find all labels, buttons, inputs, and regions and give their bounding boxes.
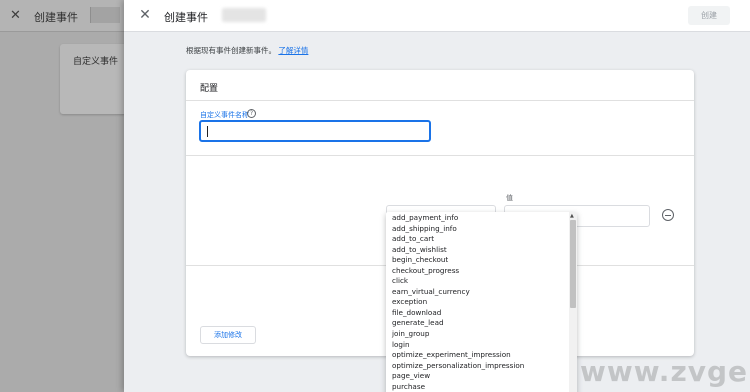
- autocomplete-option[interactable]: file_download: [386, 308, 568, 319]
- autocomplete-option[interactable]: login: [386, 340, 568, 351]
- autocomplete-option[interactable]: join_group: [386, 329, 568, 340]
- autocomplete-option[interactable]: checkout_progress: [386, 266, 568, 277]
- remove-row-icon[interactable]: [662, 209, 674, 221]
- value-label: 值: [506, 194, 513, 202]
- autocomplete-option[interactable]: purchase: [386, 382, 568, 392]
- autocomplete-option[interactable]: add_payment_info: [386, 213, 568, 224]
- drawer-header: ✕ 创建事件 创建: [124, 0, 750, 32]
- help-icon[interactable]: ?: [247, 109, 256, 118]
- autocomplete-option[interactable]: earn_virtual_currency: [386, 287, 568, 298]
- autocomplete-list: add_payment_info add_shipping_info add_to_…: [386, 213, 568, 392]
- watermark: www.zvge.cn: [580, 355, 750, 388]
- text-caret: [207, 126, 208, 137]
- configuration-card: 配置 自定义事件名称 ? ▼ 值 添加修改 add_payment_infoad…: [186, 70, 694, 392]
- create-event-drawer: ✕ 创建事件 创建 根据现有事件创建新事件。 了解详情 配置 自定义事件名称 ?…: [124, 0, 750, 392]
- custom-event-name-input[interactable]: [199, 120, 431, 142]
- autocomplete-option[interactable]: generate_lead: [386, 318, 568, 329]
- background-card-label: 自定义事件: [73, 57, 119, 67]
- autocomplete-option[interactable]: exception: [386, 297, 568, 308]
- scroll-up-icon[interactable]: ▲: [570, 213, 574, 219]
- add-modification-button[interactable]: 添加修改: [200, 326, 256, 344]
- close-icon: ✕: [10, 8, 21, 23]
- autocomplete-option[interactable]: add_to_cart: [386, 234, 568, 245]
- autocomplete-option[interactable]: add_to_wishlist: [386, 245, 568, 256]
- drawer-subtitle-blurred: [222, 8, 266, 22]
- background-title: 创建事件: [34, 11, 78, 24]
- close-icon[interactable]: ✕: [136, 6, 154, 24]
- autocomplete-option[interactable]: optimize_experiment_impression: [386, 350, 568, 361]
- autocomplete-option[interactable]: optimize_personalization_impression: [386, 361, 568, 372]
- divider: [186, 100, 694, 101]
- learn-more-link[interactable]: 了解详情: [278, 46, 308, 55]
- intro-text: 根据现有事件创建新事件。 了解详情: [186, 45, 308, 56]
- event-name-label: 自定义事件名称: [200, 111, 249, 119]
- drawer-title: 创建事件: [164, 11, 208, 24]
- autocomplete-option[interactable]: add_shipping_info: [386, 224, 568, 235]
- scrollbar-thumb[interactable]: [570, 220, 576, 308]
- autocomplete-option[interactable]: click: [386, 276, 568, 287]
- event-name-autocomplete: add_payment_info add_shipping_info add_to_…: [386, 212, 577, 392]
- autocomplete-option[interactable]: begin_checkout: [386, 255, 568, 266]
- create-button[interactable]: 创建: [688, 6, 730, 25]
- background-subtitle-blurred: [90, 7, 120, 23]
- scrollbar[interactable]: ▲ ▼: [569, 212, 577, 392]
- autocomplete-option[interactable]: page_view: [386, 371, 568, 382]
- intro-description: 根据现有事件创建新事件。: [186, 46, 276, 55]
- divider: [186, 155, 694, 156]
- card-title: 配置: [200, 84, 219, 94]
